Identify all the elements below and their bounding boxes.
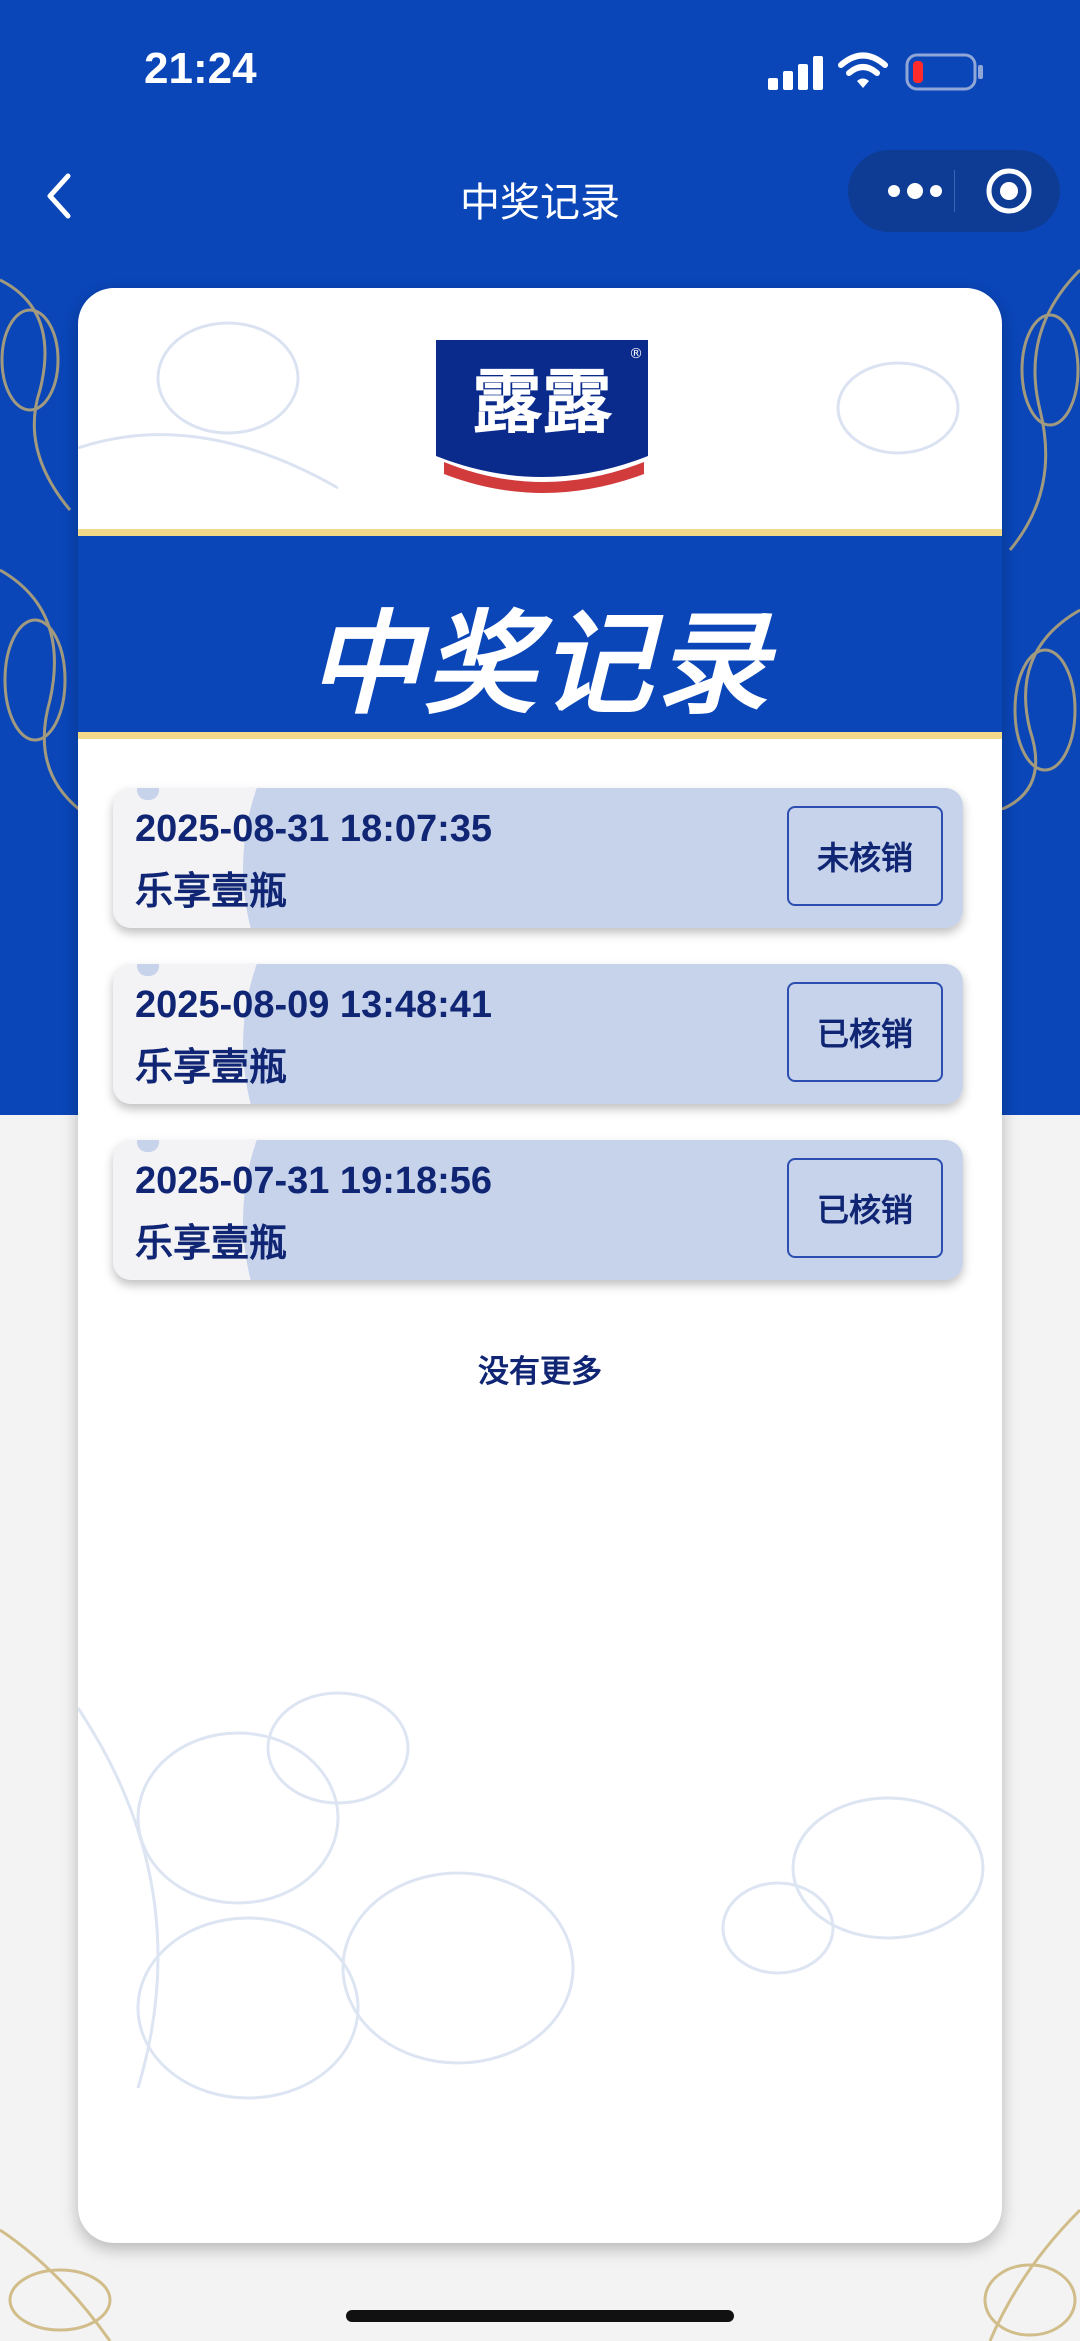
banner-title: 中奖记录 (308, 600, 772, 730)
lulu-brand-logo: 露露 ® (436, 340, 648, 493)
more-options-icon[interactable] (878, 150, 953, 232)
redeem-status-button[interactable]: 已核销 (787, 1158, 943, 1258)
record-prize-name: 乐享壹瓶 (135, 1045, 288, 1089)
svg-text:®: ® (629, 346, 643, 362)
status-time: 21:24 (144, 44, 257, 93)
record-item-1[interactable]: 2025-08-31 18:07:35 乐享壹瓶 未核销 (113, 788, 963, 928)
record-item-3[interactable]: 2025-07-31 19:18:56 乐享壹瓶 已核销 (113, 1140, 963, 1280)
record-tab-decoration (137, 964, 159, 976)
record-tab-decoration (137, 788, 159, 800)
no-more-text: 没有更多 (478, 1354, 602, 1390)
battery-icon (905, 53, 983, 91)
foliage-decoration-right (999, 268, 1080, 810)
card-floral-watermark-bottom (78, 1691, 985, 2100)
record-prize-name: 乐享壹瓶 (135, 869, 288, 913)
record-datetime: 2025-08-31 18:07:35 (135, 808, 493, 850)
record-datetime: 2025-08-09 13:48:41 (135, 984, 493, 1026)
records-card: 露露 ® 中奖记录 2025-08-31 18:07:35 乐享壹瓶 未核销 2… (78, 288, 1002, 2243)
mini-program-capsule (848, 150, 1060, 232)
status-bar: 21:24 (0, 0, 1080, 140)
capsule-divider (954, 170, 955, 212)
redeem-status-button[interactable]: 未核销 (787, 806, 943, 906)
home-indicator[interactable] (346, 2310, 734, 2322)
nav-bar: 中奖记录 (0, 140, 1080, 250)
record-item-2[interactable]: 2025-08-09 13:48:41 乐享壹瓶 已核销 (113, 964, 963, 1104)
close-mini-program-icon[interactable] (974, 150, 1044, 232)
title-banner: 中奖记录 (78, 529, 1002, 739)
record-prize-name: 乐享壹瓶 (135, 1221, 288, 1265)
wifi-icon (838, 52, 888, 88)
cellular-signal-icon (768, 56, 823, 90)
record-datetime: 2025-07-31 19:18:56 (135, 1160, 493, 1202)
record-tab-decoration (137, 1140, 159, 1152)
redeem-status-button[interactable]: 已核销 (787, 982, 943, 1082)
svg-text:露露: 露露 (472, 360, 613, 443)
foliage-decoration-left (0, 278, 81, 810)
